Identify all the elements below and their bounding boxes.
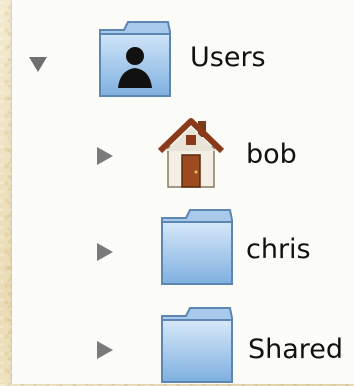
folder-icon [156, 304, 236, 386]
user-folder-icon [94, 18, 174, 100]
tree-item-users[interactable]: Users [0, 18, 354, 102]
tree-item-label: bob [246, 139, 297, 170]
tree-item-label: chris [246, 234, 311, 265]
folder-icon [156, 206, 236, 288]
tree-item-chris[interactable]: chris [0, 202, 354, 286]
tree-item-shared[interactable]: Shared [0, 298, 354, 383]
tree-item-bob[interactable]: bob [0, 113, 354, 197]
tree-item-label: Shared [248, 334, 344, 365]
disclosure-collapsed-icon[interactable] [92, 240, 116, 264]
tree-item-label: Users [190, 42, 266, 73]
disclosure-expanded-icon[interactable] [26, 51, 50, 75]
disclosure-collapsed-icon[interactable] [92, 144, 116, 168]
home-icon [158, 115, 224, 189]
disclosure-collapsed-icon[interactable] [92, 338, 116, 362]
